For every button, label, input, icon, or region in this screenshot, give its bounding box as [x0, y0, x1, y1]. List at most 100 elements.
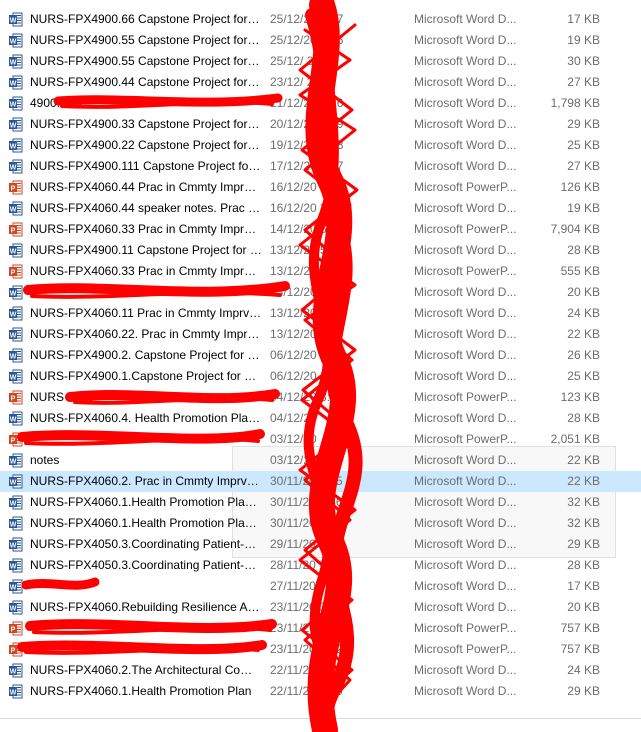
file-type: Microsoft Word D... — [414, 348, 517, 362]
file-row[interactable]: W NURS-FPX4900.55 Capstone Project for N.… — [0, 30, 641, 51]
word-file-icon: W — [9, 243, 23, 258]
file-row[interactable]: W NURS-FPX4900.55 Capstone Project for N.… — [0, 51, 641, 72]
file-date-modified: 14/12/20 5:10 — [270, 222, 344, 236]
file-type: Microsoft Word D... — [414, 243, 517, 257]
file-row[interactable]: W NURS-FPX4060.2. Prac in Cmmty Imprv P..… — [0, 471, 641, 492]
file-explorer-view: W NURS-FPX4900.66 Capstone Project for N.… — [0, 0, 641, 732]
file-row[interactable]: Wnotes 03/12/20 Microsoft Word D... 22 KB — [0, 450, 641, 471]
file-row[interactable]: W 4900.44.1 21/12/20 3:26 Microsoft Word D.… — [0, 93, 641, 114]
file-date-modified: 23/11/20 4:53 — [270, 621, 343, 635]
file-type: Microsoft Word D... — [414, 453, 517, 467]
file-name: NURS-FPX4060.22. Prac in Cmmty Imprv ... — [30, 327, 262, 341]
word-file-icon: W — [9, 474, 23, 489]
file-row[interactable]: P NURS-FPX4060.33 Prac in Cmmty Imprv ...… — [0, 261, 641, 282]
file-date-modified: 28/11/20 1:32 — [270, 558, 343, 572]
file-type: Microsoft Word D... — [414, 600, 517, 614]
svg-text:W: W — [10, 60, 17, 67]
file-date-modified: 25/12/20 3:26 — [270, 33, 344, 47]
file-row[interactable]: P NURS-FPX4060.44 Prac in Cmmty Imprv ...… — [0, 177, 641, 198]
svg-text:W: W — [10, 207, 17, 214]
file-row[interactable]: W NURS-FPX4900.1.Capstone Project for N..… — [0, 366, 641, 387]
file-row[interactable]: W NURS-FPX4050.3.Coordinating Patient-C..… — [0, 555, 641, 576]
file-type: Microsoft Word D... — [414, 33, 517, 47]
file-size: 2,051 KB — [550, 432, 600, 446]
file-row[interactable]: W NURS-FPX4900.11 Capstone Project for N.… — [0, 240, 641, 261]
file-row[interactable]: W 13/12/20 3:31 Microsoft Word D... 20 KB — [0, 282, 641, 303]
file-size: 17 KB — [567, 12, 600, 26]
svg-text:W: W — [10, 354, 17, 361]
file-name: NURS-FPX4900.55 Capstone Project for N..… — [30, 54, 262, 68]
word-file-icon: W — [9, 537, 23, 552]
word-file-icon: W — [9, 159, 23, 174]
file-row[interactable]: W NURS-FPX4060.1.Health Promotion Plan...… — [0, 513, 641, 534]
file-row[interactable]: W NURS-FPX4900.66 Capstone Project for N.… — [0, 9, 641, 30]
svg-text:P: P — [11, 270, 16, 277]
file-row[interactable]: W NURS-FPX4060.2.The Architectural Comp..… — [0, 660, 641, 681]
file-row[interactable]: W NURS-FPX4060.1.Health Promotion Plan...… — [0, 492, 641, 513]
file-size: 22 KB — [567, 453, 600, 467]
file-date-modified: 17/12/20 5:07 — [270, 159, 344, 173]
svg-text:W: W — [10, 123, 17, 130]
svg-text:W: W — [10, 669, 17, 676]
file-date-modified: 23/12/ 24 — [270, 75, 321, 89]
file-type: Microsoft Word D... — [414, 12, 517, 26]
file-row[interactable]: W NURS-FPX4900.2. Capstone Project for N.… — [0, 345, 641, 366]
file-name: NURS-FPX4060.1.Health Promotion Plan.... — [30, 516, 262, 530]
svg-text:W: W — [10, 417, 17, 424]
file-name: NURS-FPX4900.11 Capstone Project for N..… — [30, 243, 262, 257]
svg-text:P: P — [11, 648, 16, 655]
file-row[interactable]: P 23/11/20 4:52 Microsoft PowerP... 757 KB — [0, 639, 641, 660]
word-file-icon: W — [9, 285, 23, 300]
file-row[interactable]: W NURS-FPX4900.44 Capstone Project for N.… — [0, 72, 641, 93]
file-row[interactable]: P NURS 4060 04/12/20 3:31 Microsoft PowerP.… — [0, 387, 641, 408]
file-type: Microsoft Word D... — [414, 558, 517, 572]
svg-text:W: W — [10, 39, 17, 46]
file-type: Microsoft PowerP... — [414, 390, 517, 404]
svg-text:W: W — [10, 585, 17, 592]
file-type: Microsoft Word D... — [414, 411, 517, 425]
file-row[interactable]: W NURS-FPX4900.33 Capstone Project for N.… — [0, 114, 641, 135]
powerpoint-file-icon: P — [9, 390, 23, 405]
word-file-icon: W — [9, 516, 23, 531]
file-row[interactable]: W NURS-FPX4060.Rebuilding Resilience Aft.… — [0, 597, 641, 618]
file-date-modified: 25/12/20 3:27 — [270, 12, 344, 26]
word-file-icon: W — [9, 684, 23, 699]
file-date-modified: 13/12/20 3:07 — [270, 327, 344, 341]
file-date-modified: 13/12/20 4:23 — [270, 306, 344, 320]
file-size: 27 KB — [567, 75, 600, 89]
word-file-icon: W — [9, 453, 23, 468]
file-size: 28 KB — [567, 558, 600, 572]
file-row[interactable]: W NURS-FPX4060.11 Prac in Cmmty Imprv ...… — [0, 303, 641, 324]
word-file-icon: W — [9, 600, 23, 615]
file-name: NURS-FPX4900.66 Capstone Project for N..… — [30, 12, 262, 26]
file-row[interactable]: W NURS-FPX4900.22 Capstone Project for N.… — [0, 135, 641, 156]
file-row[interactable]: W NURS-FPX4060.4. Health Promotion Plan..… — [0, 408, 641, 429]
file-row[interactable]: P 03/12/20 Microsoft PowerP... 2,051 KB — [0, 429, 641, 450]
file-name: NURS-FPX4900.1.Capstone Project for N... — [30, 369, 262, 383]
file-row[interactable]: P NURS-FPX4060.33 Prac in Cmmty Imprv ...… — [0, 219, 641, 240]
file-date-modified: 30/11/20 5:56 — [270, 516, 343, 530]
file-size: 25 KB — [567, 369, 600, 383]
file-row[interactable]: W NURS-FPX4900.111 Capstone Project for .… — [0, 156, 641, 177]
file-type: Microsoft PowerP... — [414, 621, 517, 635]
file-date-modified: 06/12/20 2:55 — [270, 369, 344, 383]
word-file-icon: W — [9, 33, 23, 48]
file-row[interactable]: W 27/11/20 Microsoft Word D... 17 KB — [0, 576, 641, 597]
file-name: NURS-FPX4060.1.Health Promotion Plan.... — [30, 495, 262, 509]
svg-text:W: W — [10, 249, 17, 256]
file-date-modified: 16/12/20 3:59 — [270, 180, 344, 194]
file-size: 26 KB — [567, 348, 600, 362]
file-type: Microsoft Word D... — [414, 495, 517, 509]
file-row[interactable]: W NURS-FPX4060.44 speaker notes. Prac in … — [0, 198, 641, 219]
file-row[interactable]: P 23/11/20 4:53 Microsoft PowerP... 757 KB — [0, 618, 641, 639]
file-date-modified: 30/11/20 5:56 — [270, 495, 343, 509]
file-size: 22 KB — [567, 474, 600, 488]
word-file-icon: W — [9, 54, 23, 69]
file-name: NURS-FPX4060.44 Prac in Cmmty Imprv ... — [30, 180, 262, 194]
file-row[interactable]: W NURS-FPX4060.1.Health Promotion Plan 22/… — [0, 681, 641, 702]
svg-text:P: P — [11, 396, 16, 403]
file-row[interactable]: W NURS-FPX4050.3.Coordinating Patient-C..… — [0, 534, 641, 555]
file-date-modified: 16/12/20 3:58 — [270, 201, 344, 215]
file-row[interactable]: W NURS-FPX4060.22. Prac in Cmmty Imprv ..… — [0, 324, 641, 345]
file-name: 4900.44.1 — [30, 96, 84, 110]
